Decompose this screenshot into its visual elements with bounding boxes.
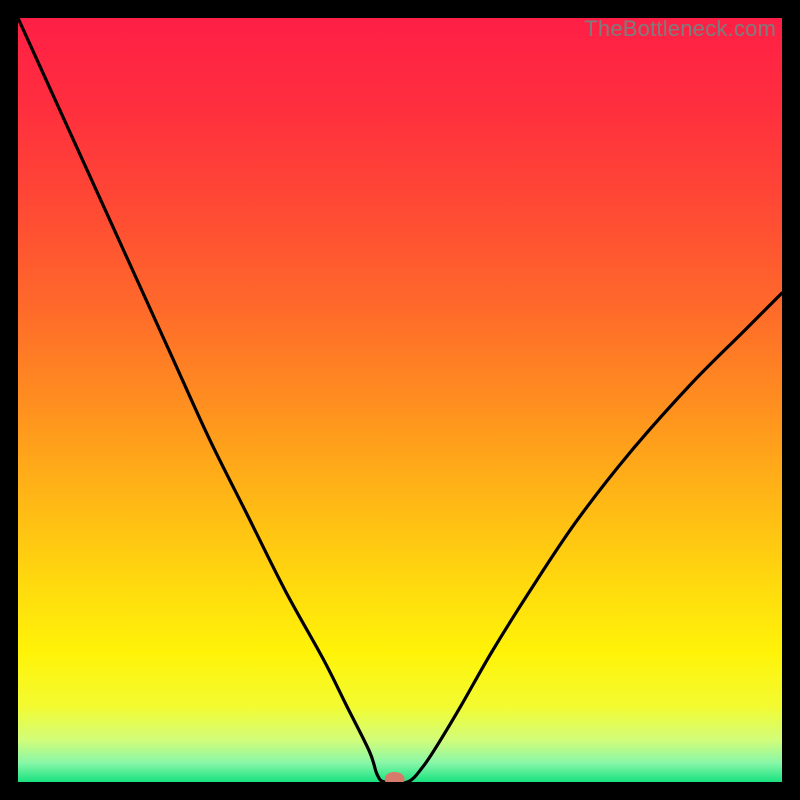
bottleneck-chart: [18, 18, 782, 782]
chart-background: [18, 18, 782, 782]
watermark-text: TheBottleneck.com: [584, 16, 776, 42]
chart-frame: TheBottleneck.com: [18, 18, 782, 782]
